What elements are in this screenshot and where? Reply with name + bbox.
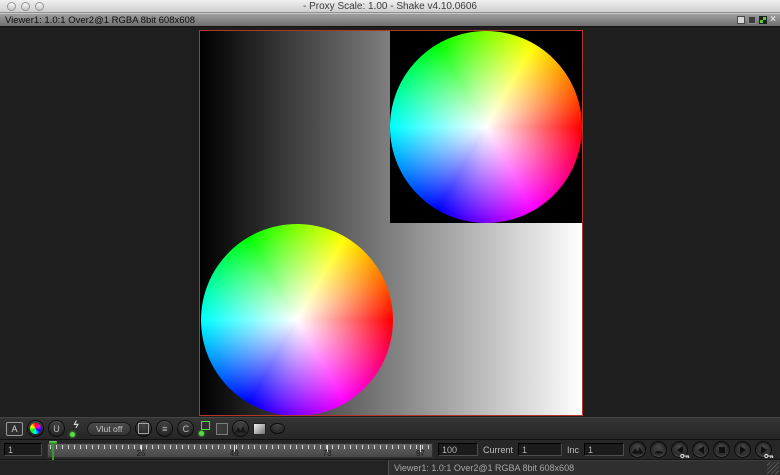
ruler-ticks bbox=[50, 445, 430, 449]
update-button[interactable]: U bbox=[48, 420, 65, 437]
composite-image[interactable] bbox=[199, 30, 583, 416]
time-bar: 25 49 73 97 Current Inc bbox=[0, 440, 780, 460]
window-titlebar: - Proxy Scale: 1.00 - Shake v4.10.0606 bbox=[0, 0, 780, 13]
vlut-toggle-button[interactable]: Vlut off bbox=[87, 422, 131, 436]
channel-display-button[interactable] bbox=[27, 420, 44, 437]
increment-input[interactable] bbox=[584, 443, 624, 456]
render-button[interactable] bbox=[650, 441, 667, 458]
lightning-icon: ϟ bbox=[73, 421, 78, 431]
key-icon bbox=[764, 453, 774, 459]
play-icon bbox=[740, 446, 746, 454]
ruler-label: 49 bbox=[230, 449, 239, 458]
preview-square-icon bbox=[216, 423, 228, 435]
roi-button[interactable] bbox=[198, 421, 212, 436]
color-wheel-top-right bbox=[390, 31, 582, 223]
checker-icon[interactable] bbox=[759, 16, 767, 24]
status-bar: Viewer1: 1.0:1 Over2@1 RGBA 8bit 608x608 bbox=[0, 460, 780, 475]
start-frame-input[interactable] bbox=[4, 443, 42, 456]
preview-square-button[interactable] bbox=[216, 423, 228, 435]
play-reverse-icon bbox=[698, 446, 704, 454]
split-lines-icon: ≡ bbox=[162, 424, 167, 434]
roi-led-icon bbox=[199, 431, 204, 436]
timeline-ruler[interactable]: 25 49 73 97 bbox=[47, 443, 433, 458]
flipbook-button[interactable] bbox=[629, 441, 646, 458]
viewer-tab-icons: × bbox=[737, 16, 780, 24]
status-info-panel: Viewer1: 1.0:1 Over2@1 RGBA 8bit 608x608 bbox=[388, 460, 780, 475]
compare-split-button[interactable]: ≡ bbox=[156, 420, 173, 437]
buffer-a-button[interactable]: A bbox=[6, 422, 23, 436]
ruler-label: 25 bbox=[136, 449, 145, 458]
panel-box-icon[interactable] bbox=[737, 16, 745, 24]
close-icon[interactable]: × bbox=[770, 16, 776, 24]
compare-mode-button[interactable]: C bbox=[177, 420, 194, 437]
flipbook-icon bbox=[632, 446, 643, 454]
viewer-tab-label: Viewer1: 1.0:1 Over2@1 RGBA 8bit 608x608 bbox=[0, 15, 195, 26]
channel-wheel-icon bbox=[30, 423, 41, 434]
roi-square-icon bbox=[201, 421, 210, 430]
end-frame-input[interactable] bbox=[438, 443, 478, 456]
dod-button[interactable] bbox=[135, 420, 152, 437]
ruler-label: 73 bbox=[323, 449, 332, 458]
status-text: Viewer1: 1.0:1 Over2@1 RGBA 8bit 608x608 bbox=[389, 463, 574, 473]
stop-button[interactable] bbox=[713, 441, 730, 458]
inc-label: Inc bbox=[567, 445, 579, 455]
playhead[interactable] bbox=[49, 441, 57, 461]
prev-keyframe-button[interactable] bbox=[671, 441, 688, 458]
shake-window: - Proxy Scale: 1.00 - Shake v4.10.0606 V… bbox=[0, 0, 780, 475]
flipbook-cube-button[interactable] bbox=[253, 423, 266, 435]
render-waves-icon bbox=[653, 445, 664, 455]
next-keyframe-button[interactable] bbox=[755, 441, 772, 458]
play-button[interactable] bbox=[734, 441, 751, 458]
viewer-canvas[interactable] bbox=[0, 27, 780, 417]
play-reverse-button[interactable] bbox=[692, 441, 709, 458]
window-title: - Proxy Scale: 1.00 - Shake v4.10.0606 bbox=[0, 0, 780, 13]
viewer-tab-bar[interactable]: Viewer1: 1.0:1 Over2@1 RGBA 8bit 608x608… bbox=[0, 13, 780, 27]
ruler-label: 97 bbox=[416, 449, 425, 458]
vlut-lightning-button[interactable]: ϟ bbox=[69, 421, 83, 437]
detach-box-icon[interactable] bbox=[748, 16, 756, 24]
status-bar-left bbox=[0, 460, 388, 475]
current-label: Current bbox=[483, 445, 513, 455]
mountain-icon bbox=[235, 425, 246, 433]
frame-icon bbox=[138, 423, 149, 434]
misc-oval-button[interactable] bbox=[270, 423, 285, 434]
stop-icon bbox=[719, 447, 725, 453]
current-frame-input[interactable] bbox=[518, 443, 562, 456]
green-led-icon bbox=[70, 432, 75, 437]
transport-controls bbox=[629, 441, 776, 458]
viewer-toolbar: A U ϟ Vlut off ≡ C bbox=[0, 417, 780, 440]
monitor-button[interactable] bbox=[232, 420, 249, 437]
color-wheel-bottom-left bbox=[201, 224, 393, 416]
resize-grip[interactable] bbox=[767, 462, 779, 474]
playhead-shaft-icon bbox=[52, 444, 54, 461]
key-icon bbox=[680, 453, 690, 459]
